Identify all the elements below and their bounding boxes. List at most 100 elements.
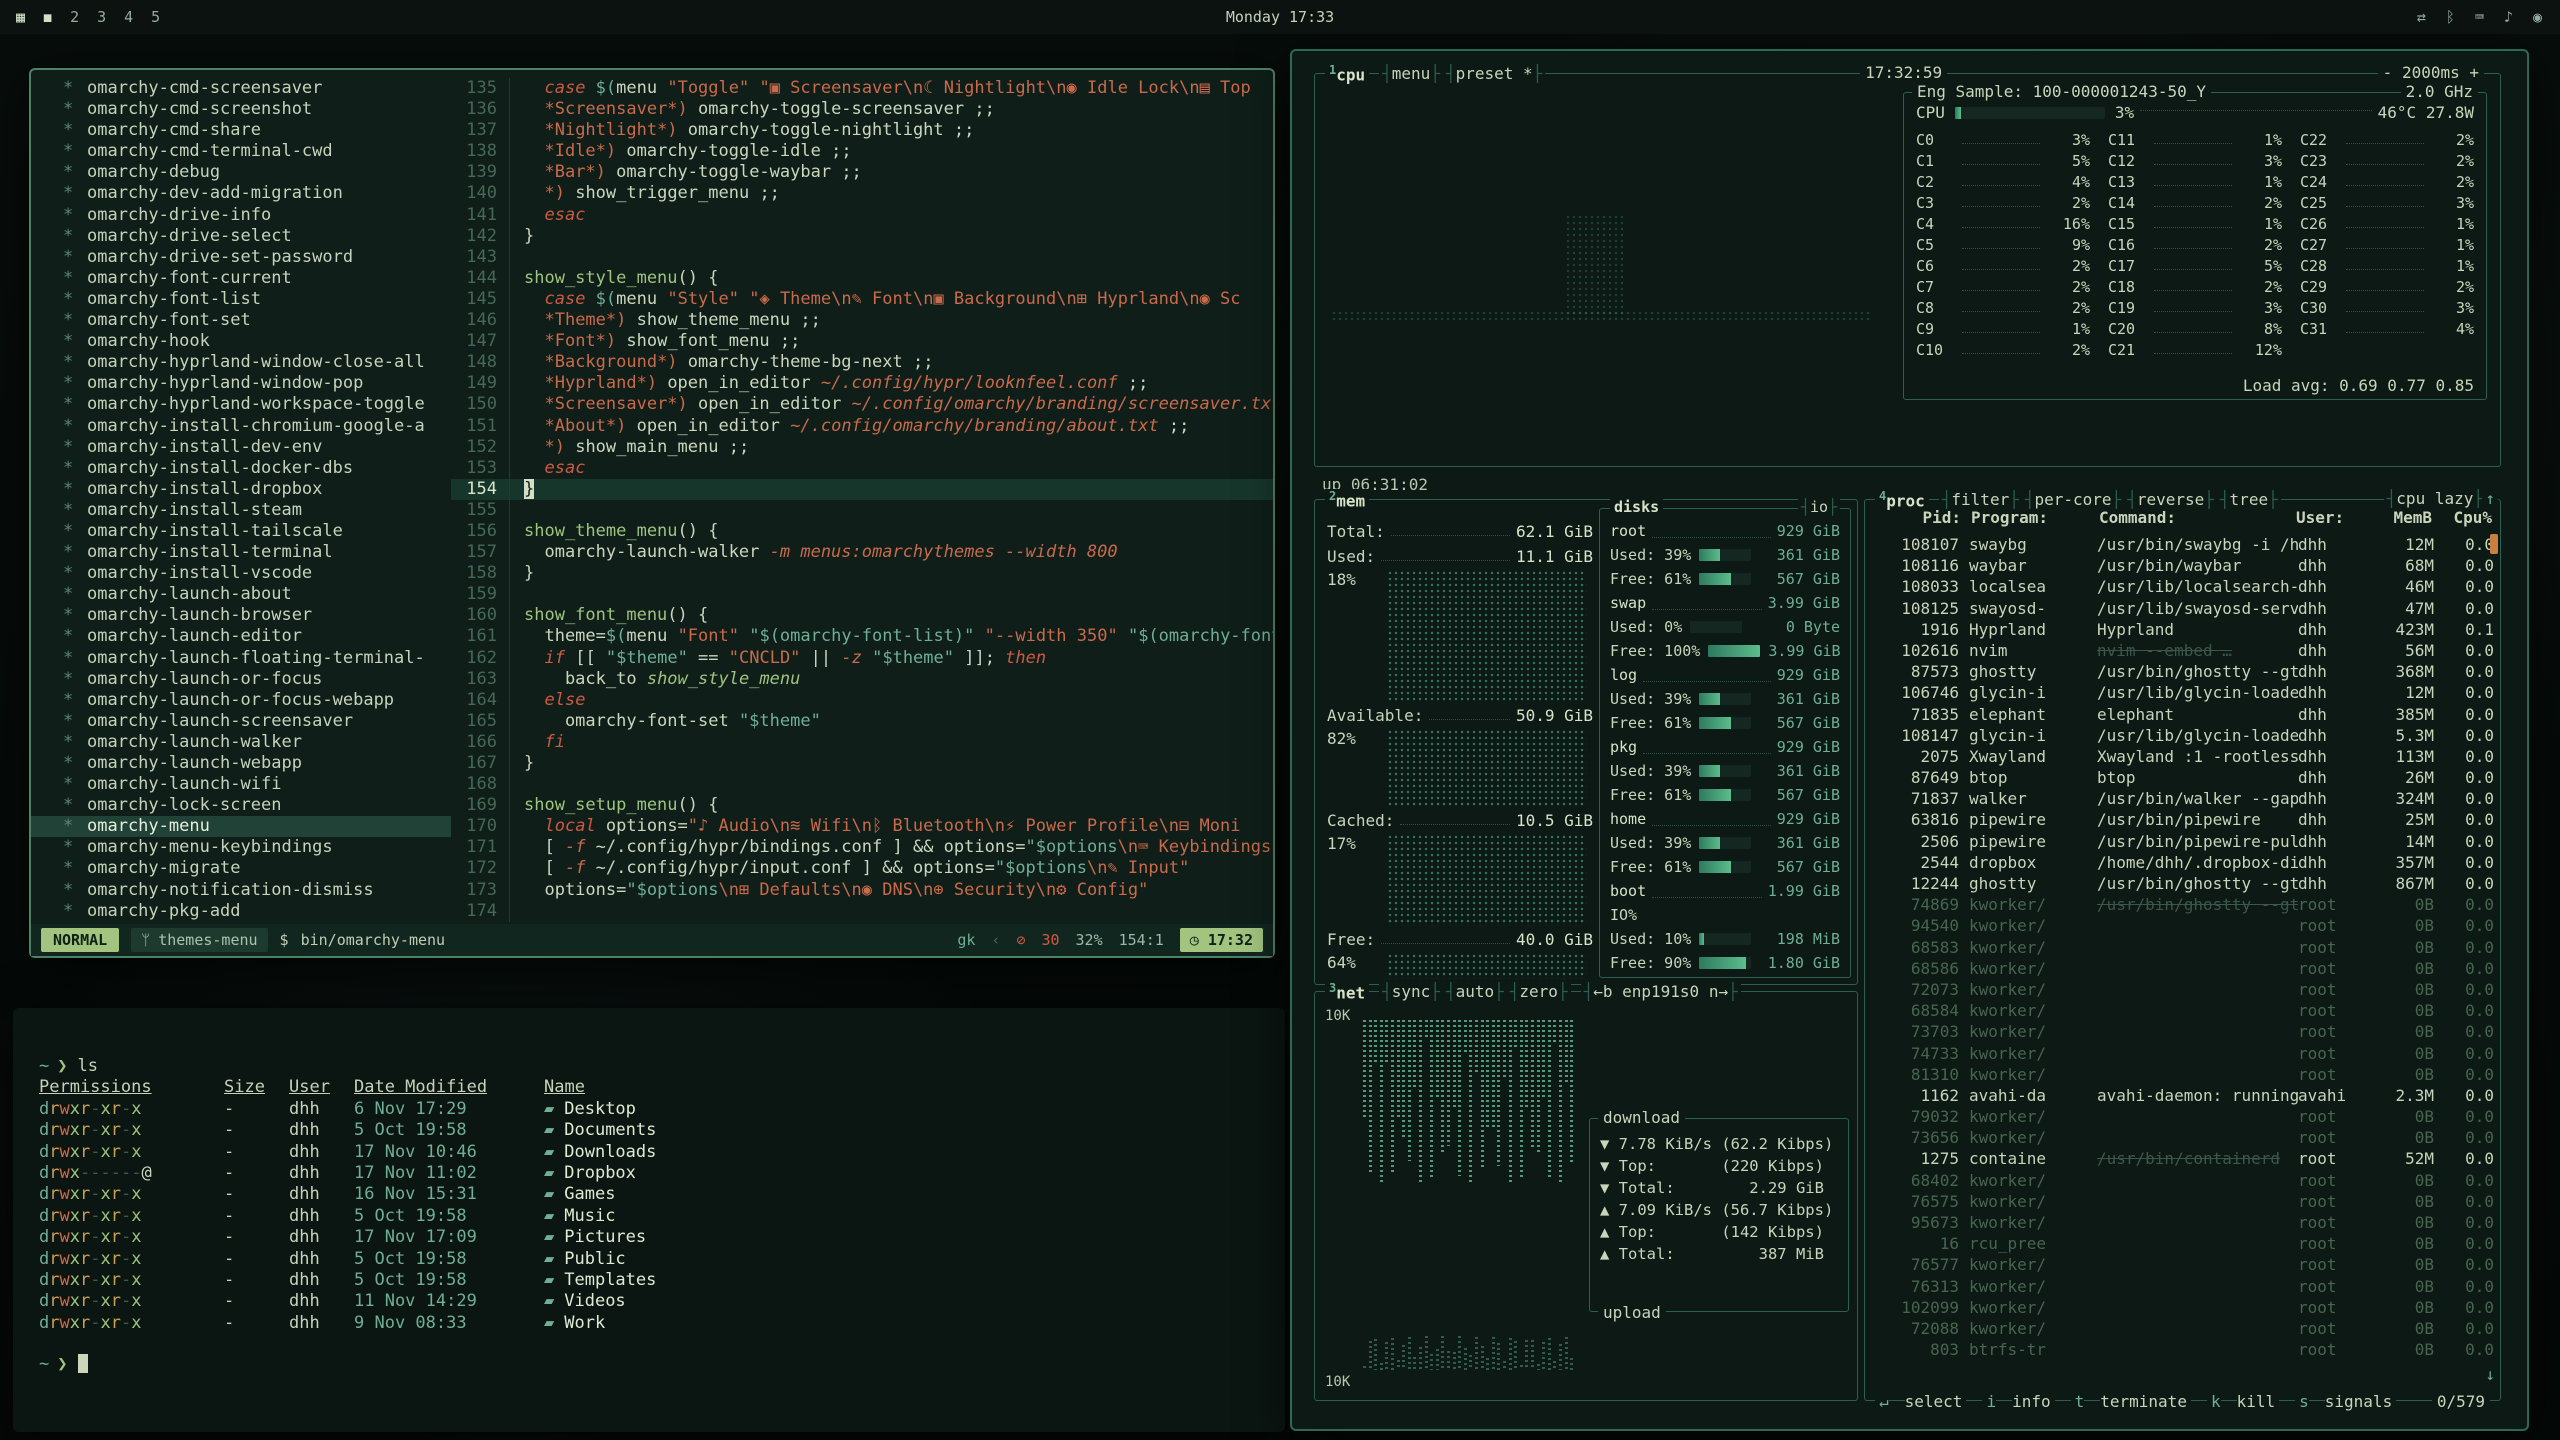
disks-io-tab[interactable]: io — [1798, 498, 1840, 516]
btop-window[interactable]: 1cpu menupreset * 17:32:59 - 2000ms + En… — [1290, 49, 2529, 1431]
editor-window[interactable]: *omarchy-cmd-screensaver*omarchy-cmd-scr… — [29, 68, 1275, 958]
file-item[interactable]: *omarchy-font-set — [31, 310, 451, 331]
proc-row[interactable]: 1275containe/usr/bin/containerdroot52M0.… — [1871, 1148, 2494, 1169]
file-item[interactable]: *omarchy-notification-dismiss — [31, 880, 451, 901]
proc-row[interactable]: 2506pipewire/usr/bin/pipewire-pulsedhh14… — [1871, 831, 2494, 852]
proc-col-header[interactable]: Program: — [1971, 508, 2099, 527]
keyboard-icon[interactable]: ⌨ — [2475, 8, 2484, 26]
file-item[interactable]: *omarchy-launch-wifi — [31, 774, 451, 795]
proc-col-header[interactable]: Command: — [2099, 508, 2296, 527]
proc-footer-key[interactable]: t — [2071, 1392, 2085, 1411]
proc-row[interactable]: 76577kworker/root0B0.0 — [1871, 1254, 2494, 1275]
file-item[interactable]: *omarchy-launch-or-focus — [31, 669, 451, 690]
file-item[interactable]: *omarchy-install-tailscale — [31, 521, 451, 542]
proc-row[interactable]: 2075XwaylandXwayland :1 -rootless -dhh11… — [1871, 746, 2494, 767]
file-item[interactable]: *omarchy-hook — [31, 331, 451, 352]
proc-row[interactable]: 76575kworker/root0B0.0 — [1871, 1191, 2494, 1212]
proc-col-header[interactable]: User: — [2296, 508, 2368, 527]
share-icon[interactable]: ⇄ — [2417, 8, 2426, 26]
file-item[interactable]: *omarchy-install-steam — [31, 500, 451, 521]
proc-row[interactable]: 71837walker/usr/bin/walker --gappldhh324… — [1871, 788, 2494, 809]
file-item[interactable]: *omarchy-install-dropbox — [31, 479, 451, 500]
proc-footer-key[interactable]: i — [1982, 1392, 1996, 1411]
proc-sort-selector[interactable]: cpu lazy — [2384, 489, 2486, 508]
proc-row[interactable]: 108107swaybg/usr/bin/swaybg -i /homdhh12… — [1871, 534, 2494, 555]
file-item[interactable]: *omarchy-dev-add-migration — [31, 183, 451, 204]
proc-button-tree[interactable]: tree — [2217, 490, 2281, 509]
proc-row[interactable]: 12244ghostty/usr/bin/ghostty --gtk-dhh86… — [1871, 873, 2494, 894]
proc-row[interactable]: 95673kworker/root0B0.0 — [1871, 1212, 2494, 1233]
file-item[interactable]: *omarchy-drive-set-password — [31, 247, 451, 268]
file-item[interactable]: *omarchy-font-current — [31, 268, 451, 289]
proc-col-header[interactable]: Cpu% — [2442, 508, 2492, 527]
net-button-zero[interactable]: zero — [1507, 982, 1571, 1001]
proc-button-reverse[interactable]: reverse — [2124, 490, 2217, 509]
net-interface-selector[interactable]: ←b enp191s0 n→ — [1581, 982, 1741, 1001]
file-item[interactable]: *omarchy-install-docker-dbs — [31, 458, 451, 479]
file-item[interactable]: *omarchy-install-chromium-google-a — [31, 416, 451, 437]
proc-row[interactable]: 72073kworker/root0B0.0 — [1871, 979, 2494, 1000]
file-item[interactable]: *omarchy-font-list — [31, 289, 451, 310]
file-item[interactable]: *omarchy-install-terminal — [31, 542, 451, 563]
volume-icon[interactable]: ♪ — [2504, 8, 2513, 26]
proc-row[interactable]: 81310kworker/root0B0.0 — [1871, 1064, 2494, 1085]
proc-row[interactable]: 1162avahi-daavahi-daemon: running [avahi… — [1871, 1085, 2494, 1106]
proc-row[interactable]: 71835elephantelephantdhh385M0.0 — [1871, 704, 2494, 725]
proc-row[interactable]: 108147glycin-i/usr/lib/glycin-loadersdhh… — [1871, 725, 2494, 746]
proc-col-header[interactable]: MemB — [2368, 508, 2442, 527]
proc-row[interactable]: 74733kworker/root0B0.0 — [1871, 1043, 2494, 1064]
proc-row[interactable]: 108033localsea/usr/lib/localsearch-exdhh… — [1871, 576, 2494, 597]
file-item[interactable]: *omarchy-launch-floating-terminal- — [31, 648, 451, 669]
file-item[interactable]: *omarchy-debug — [31, 162, 451, 183]
proc-footer-key[interactable]: s — [2295, 1392, 2309, 1411]
file-item[interactable]: *omarchy-lock-screen — [31, 795, 451, 816]
file-item[interactable]: *omarchy-launch-walker — [31, 732, 451, 753]
proc-col-header[interactable]: Pid: — [1873, 508, 1971, 527]
proc-scrollbar[interactable] — [2490, 534, 2498, 554]
proc-row[interactable]: 102616nvimnvim --embed …dhh56M0.0 — [1871, 640, 2494, 661]
proc-footer-key[interactable]: ↵ — [1875, 1392, 1889, 1411]
proc-footer-action-info[interactable]: info — [2012, 1392, 2055, 1411]
proc-footer-action-signals[interactable]: signals — [2325, 1392, 2396, 1411]
scroll-up-icon[interactable]: ↑ — [2482, 489, 2498, 508]
proc-row[interactable]: 79032kworker/root0B0.0 — [1871, 1106, 2494, 1127]
proc-row[interactable]: 68402kworker/root0B0.0 — [1871, 1170, 2494, 1191]
scroll-down-icon[interactable]: ↓ — [2482, 1365, 2498, 1384]
proc-row[interactable]: 63816pipewire/usr/bin/pipewiredhh25M0.0 — [1871, 809, 2494, 830]
net-button-auto[interactable]: auto — [1443, 982, 1507, 1001]
power-icon[interactable]: ◉ — [2533, 8, 2542, 26]
proc-row[interactable]: 2544dropbox/home/dhh/.dropbox-distdhh357… — [1871, 852, 2494, 873]
file-item[interactable]: *omarchy-drive-info — [31, 205, 451, 226]
file-item[interactable]: *omarchy-launch-about — [31, 584, 451, 605]
file-item[interactable]: *omarchy-drive-select — [31, 226, 451, 247]
proc-row[interactable]: 73656kworker/root0B0.0 — [1871, 1127, 2494, 1148]
proc-row[interactable]: 94540kworker/root0B0.0 — [1871, 915, 2494, 936]
proc-row[interactable]: 1916HyprlandHyprlanddhh423M0.1 — [1871, 619, 2494, 640]
proc-button-filter[interactable]: filter — [1939, 490, 2022, 509]
proc-row[interactable]: 108125swayosd-/usr/lib/swayosd-serverdhh… — [1871, 598, 2494, 619]
file-item[interactable]: *omarchy-launch-editor — [31, 626, 451, 647]
file-item[interactable]: *omarchy-cmd-terminal-cwd — [31, 141, 451, 162]
file-item[interactable]: *omarchy-hyprland-window-pop — [31, 373, 451, 394]
file-item[interactable]: *omarchy-hyprland-window-close-all — [31, 352, 451, 373]
file-item[interactable]: *omarchy-install-vscode — [31, 563, 451, 584]
file-item[interactable]: *omarchy-launch-screensaver — [31, 711, 451, 732]
proc-row[interactable]: 87573ghostty/usr/bin/ghostty --gtk-dhh36… — [1871, 661, 2494, 682]
proc-footer-action-kill[interactable]: kill — [2237, 1392, 2280, 1411]
cpu-button-preset-[interactable]: preset * — [1443, 64, 1545, 83]
terminal-cursor[interactable] — [78, 1354, 88, 1373]
proc-row[interactable]: 102099kworker/root0B0.0 — [1871, 1297, 2494, 1318]
file-item[interactable]: *omarchy-cmd-screenshot — [31, 99, 451, 120]
file-item[interactable]: *omarchy-cmd-share — [31, 120, 451, 141]
proc-row[interactable]: 76313kworker/root0B0.0 — [1871, 1276, 2494, 1297]
proc-row[interactable]: 73703kworker/root0B0.0 — [1871, 1021, 2494, 1042]
cpu-button-menu[interactable]: menu — [1379, 64, 1443, 83]
proc-footer-action-select[interactable]: select — [1905, 1392, 1967, 1411]
file-item[interactable]: *omarchy-menu — [31, 816, 451, 837]
file-item[interactable]: *omarchy-hyprland-workspace-toggle — [31, 394, 451, 415]
update-interval-control[interactable]: - 2000ms + — [2378, 63, 2484, 82]
proc-footer-action-terminate[interactable]: terminate — [2100, 1392, 2191, 1411]
code-pane[interactable]: 135 case $(menu "Toggle" "▣ Screensaver\… — [451, 78, 1273, 924]
proc-footer-key[interactable]: k — [2207, 1392, 2221, 1411]
proc-row[interactable]: 68586kworker/root0B0.0 — [1871, 958, 2494, 979]
